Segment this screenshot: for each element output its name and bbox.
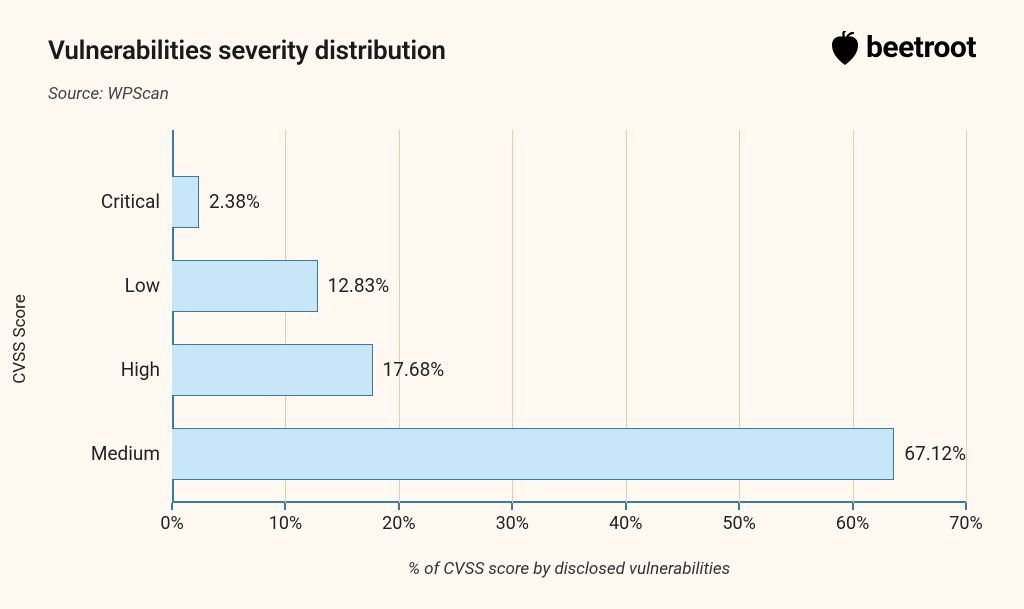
x-tick-label: 40% (609, 513, 642, 534)
brand-logo: beetroot (830, 30, 976, 65)
value-label: 12.83% (328, 274, 390, 297)
x-tick-label: 60% (836, 513, 869, 534)
y-axis-label: CVSS Score (10, 294, 30, 384)
x-tick (511, 503, 513, 510)
x-tick (625, 503, 627, 510)
category-label: Medium (91, 442, 160, 465)
x-tick (738, 503, 740, 510)
x-tick (398, 503, 400, 510)
chart-header: Vulnerabilities severity distribution So… (0, 0, 1024, 104)
bar-row: High17.68% (172, 344, 966, 396)
bar-row: Critical2.38% (172, 176, 966, 228)
category-label: High (121, 358, 160, 381)
plot-region: 0%10%20%30%40%50%60%70%Critical2.38%Low1… (172, 130, 966, 503)
x-tick-label: 20% (382, 513, 415, 534)
bar (172, 428, 894, 480)
x-tick-label: 10% (269, 513, 302, 534)
bar (172, 260, 318, 312)
bar (172, 176, 199, 228)
category-label: Low (125, 274, 160, 297)
x-tick (852, 503, 854, 510)
brand-name: beetroot (866, 30, 976, 65)
x-tick-label: 30% (496, 513, 529, 534)
value-label: 2.38% (209, 190, 260, 213)
chart-source: Source: WPScan (48, 84, 446, 104)
beetroot-icon (830, 31, 860, 65)
chart-title: Vulnerabilities severity distribution (48, 36, 446, 66)
x-axis-line (172, 501, 966, 503)
value-label: 67.12% (904, 442, 966, 465)
x-tick-label: 0% (160, 513, 183, 534)
x-tick-label: 50% (722, 513, 755, 534)
category-label: Critical (101, 190, 160, 213)
gridline (966, 130, 967, 503)
bar-row: Low12.83% (172, 260, 966, 312)
bar (172, 344, 373, 396)
chart-area: CVSS Score % of CVSS score by disclosed … (52, 130, 976, 575)
value-label: 17.68% (383, 358, 445, 381)
bar-row: Medium67.12% (172, 428, 966, 480)
x-tick (284, 503, 286, 510)
x-axis-label: % of CVSS score by disclosed vulnerabili… (52, 559, 976, 579)
x-tick-label: 70% (949, 513, 982, 534)
x-tick (965, 503, 967, 510)
x-tick (171, 503, 173, 510)
